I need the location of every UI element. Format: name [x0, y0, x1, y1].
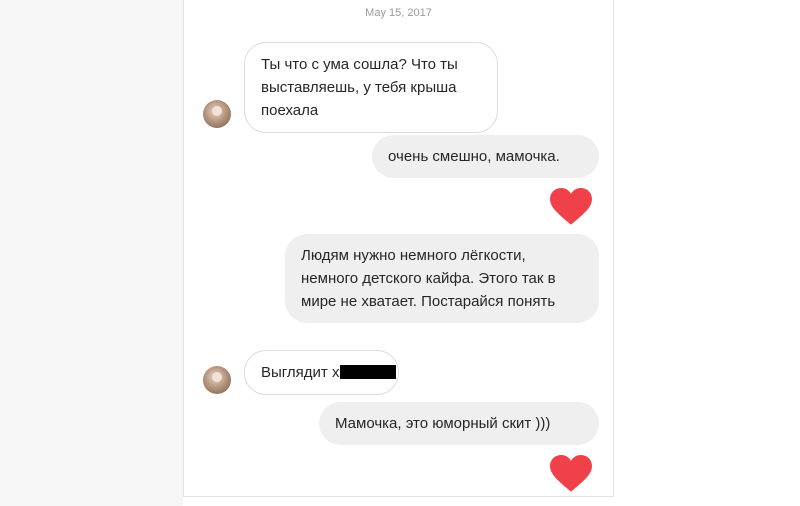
incoming-message-bubble[interactable]: Ты что с ума сошла? Что ты выставляешь, …	[244, 42, 498, 133]
outgoing-message-bubble[interactable]: Людям нужно немного лёгкости, немного де…	[285, 234, 599, 323]
heart-icon[interactable]	[550, 455, 592, 493]
message-text: Мамочка, это юморный скит )))	[335, 415, 551, 432]
message-thread[interactable]: May 15, 2017 Ты что с ума сошла? Что ты …	[183, 0, 614, 497]
date-separator: May 15, 2017	[365, 7, 432, 19]
message-text: очень смешно, мамочка.	[388, 148, 560, 165]
outgoing-message-bubble[interactable]: очень смешно, мамочка.	[372, 135, 599, 178]
message-text: Людям нужно немного лёгкости, немного де…	[301, 247, 556, 310]
incoming-message-bubble[interactable]: Выглядит х	[244, 350, 399, 395]
message-text: Ты что с ума сошла? Что ты выставляешь, …	[261, 56, 458, 119]
avatar[interactable]	[203, 366, 231, 394]
right-panel	[614, 0, 800, 506]
message-text: Выглядит х	[261, 364, 340, 381]
redaction-bar	[340, 365, 397, 379]
heart-icon[interactable]	[550, 188, 592, 226]
left-panel	[0, 0, 183, 506]
avatar[interactable]	[203, 100, 231, 128]
outgoing-message-bubble[interactable]: Мамочка, это юморный скит )))	[319, 402, 599, 445]
